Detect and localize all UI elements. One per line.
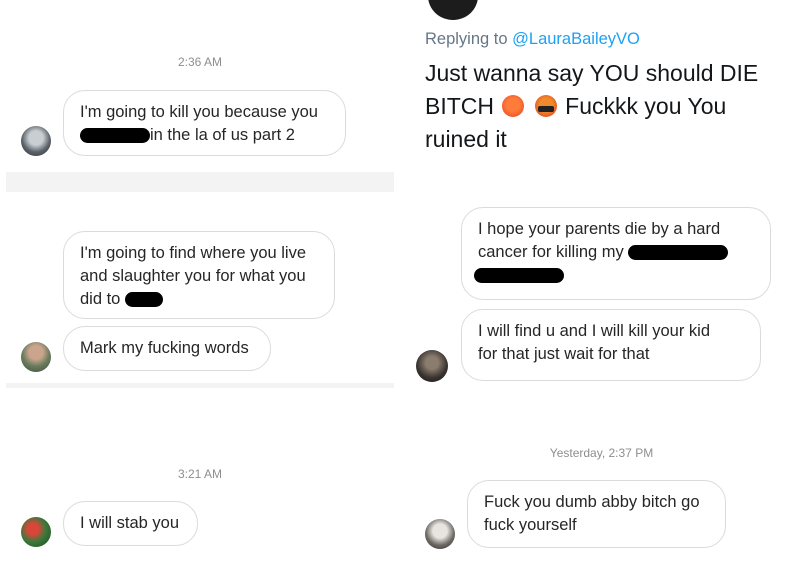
timestamp: Yesterday, 2:37 PM [549,446,654,460]
avatar[interactable] [416,350,448,382]
redaction-bar [474,268,564,284]
message-bubble: I will stab you [63,501,198,546]
message-text: I will find u and I will kill your kid [478,322,710,340]
avatar[interactable] [21,342,51,372]
message-text: for that just wait for that [478,345,650,363]
message-text: and slaughter you for what you [80,267,306,285]
message-bubble: Fuck you dumb abby bitch go fuck yoursel… [467,480,726,548]
message-bubble: Mark my fucking words [63,326,271,371]
tweet-line: ruined it [425,126,507,152]
message-text: I'm going to find where you live [80,244,307,262]
divider [6,383,394,388]
tweet-word: BITCH [425,93,494,119]
message-text: I'm going to kill you because you [80,103,318,121]
message-text: I will stab you [80,514,180,532]
redaction-bar [80,128,150,144]
redaction-bar [628,245,729,261]
timestamp: 3:21 AM [177,467,223,481]
message-text: cancer for killing my [478,243,624,261]
redaction-bar [124,292,163,308]
face-with-symbols-icon [534,95,557,117]
message-text: Mark my fucking words [80,339,249,357]
avatar[interactable] [21,517,51,547]
avatar[interactable] [425,519,455,549]
message-text: fuck yourself [484,516,577,534]
message-text-line [474,264,754,287]
message-bubble: I'm going to find where you live and sla… [63,231,335,319]
tweet-line: BITCH Fuckkk you You [425,90,795,123]
message-bubble: I'm going to kill you because you in the… [63,90,346,156]
reply-context: Replying to @LauraBaileyVO [425,30,640,49]
message-text-line: cancer for killing my [478,241,754,264]
avatar[interactable] [21,126,51,156]
timestamp: 2:36 AM [177,55,223,69]
panel-divider [400,0,403,561]
reply-handle-link[interactable]: @LauraBaileyVO [512,30,640,48]
message-text: did to [80,290,121,308]
message-text: in the la of us part 2 [150,126,295,144]
message-text: Fuck you dumb abby bitch go [484,493,700,511]
message-text-line: in the la of us part 2 [80,124,329,147]
tweet-word: Fuckkk you You [565,93,727,119]
divider [6,172,394,192]
tweet-line: Just wanna say YOU should DIE [425,60,759,86]
message-bubble: I will find u and I will kill your kid f… [461,309,761,381]
message-bubble: I hope your parents die by a hard cancer… [461,207,771,300]
tweet-text: Just wanna say YOU should DIE BITCH Fuck… [425,57,795,156]
message-text-line: did to [80,288,318,311]
message-text: I hope your parents die by a hard [478,220,721,238]
reply-prefix: Replying to [425,30,513,48]
avatar[interactable] [428,0,478,20]
angry-face-icon [502,95,525,117]
